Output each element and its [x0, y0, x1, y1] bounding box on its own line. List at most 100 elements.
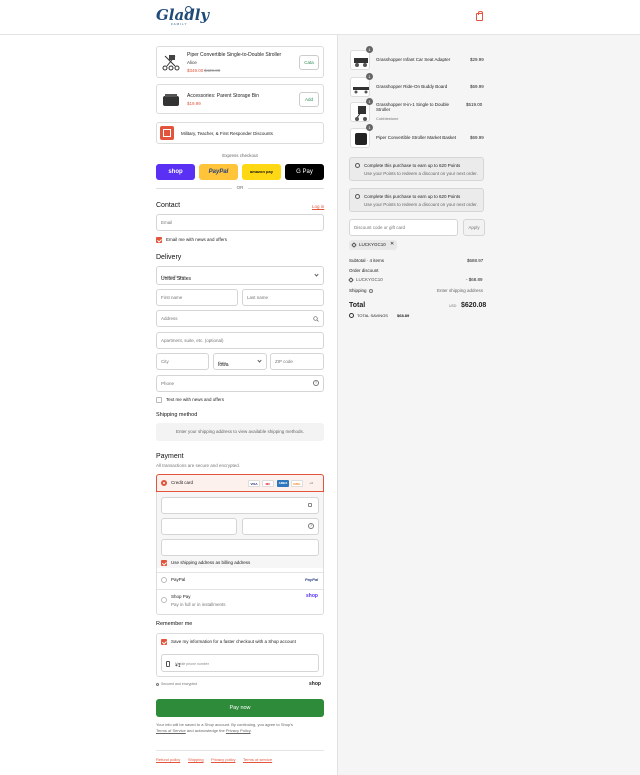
or-divider: OR: [156, 185, 324, 190]
discount-chip: LUCKYGC10 ✕: [349, 240, 397, 250]
currency-label: USD: [449, 304, 457, 308]
paypal-button[interactable]: PayPal: [199, 164, 238, 180]
delivery-heading: Delivery: [156, 254, 182, 261]
credit-card-label: Credit card: [171, 480, 194, 485]
name-on-card-field[interactable]: [161, 539, 319, 556]
points-icon: [355, 163, 360, 168]
paypal-logo: PayPal: [305, 577, 319, 582]
cart-icon[interactable]: [476, 11, 483, 21]
savings-value: $68.89: [397, 313, 410, 318]
address-field[interactable]: Address: [156, 310, 324, 327]
amazon-pay-button[interactable]: amazon pay: [242, 164, 281, 180]
points-sub: Use your Points to redeem a discount on …: [364, 202, 478, 207]
upsell-variant: Alice: [187, 60, 197, 65]
expiration-field[interactable]: [161, 518, 237, 535]
footer-link-refund[interactable]: Refund policy: [156, 757, 180, 762]
phone-icon: [166, 661, 170, 667]
item-price: $69.99: [470, 135, 484, 140]
savings-icon: [349, 313, 354, 318]
apartment-field[interactable]: Apartment, suite, etc. (optional): [156, 332, 324, 349]
legal-period: .: [250, 728, 252, 733]
item-name: Piper Convertible Stroller Market Basket: [376, 135, 457, 140]
upsell-add-button[interactable]: Add: [299, 92, 319, 107]
phone-placeholder: Phone: [161, 381, 175, 386]
shop-pay-button[interactable]: shop: [156, 164, 195, 180]
order-summary-panel: [337, 35, 640, 775]
contact-heading: Contact: [156, 202, 181, 209]
billing-same-label: Use shipping address as billing address: [171, 560, 251, 565]
secured-label: Secured and encrypted: [161, 682, 198, 686]
upsell-card: Accessories: Parent Storage Bin $19.99 A…: [156, 84, 324, 114]
help-icon[interactable]: [369, 289, 373, 293]
discount-program-label: Military, Teacher, & First Responder Dis…: [181, 131, 273, 136]
shop-pay-sub: Pay in full or in installments: [171, 602, 226, 607]
save-info-checkbox[interactable]: [161, 639, 167, 645]
last-name-field[interactable]: Last name: [242, 289, 324, 306]
points-icon: [355, 194, 360, 199]
credit-card-radio[interactable]: [161, 480, 167, 486]
footer-link-shipping[interactable]: Shipping: [188, 757, 204, 762]
brand-logo-sub: FAMILY: [171, 22, 188, 26]
country-select[interactable]: Country/Region United States: [156, 266, 324, 285]
points-notice: Complete this purchase to earn up to 620…: [349, 188, 484, 212]
upsell-compare-price: $429.00: [204, 68, 221, 73]
apply-button[interactable]: Apply: [463, 219, 485, 236]
upsell-title: Piper Convertible Single-to-Double Strol…: [187, 52, 282, 58]
help-icon[interactable]: ?: [313, 380, 319, 386]
state-select[interactable]: State Iowa: [213, 353, 267, 370]
upsell-card: Piper Convertible Single-to-Double Strol…: [156, 46, 324, 78]
lock-icon: [308, 503, 312, 507]
security-code-field[interactable]: ?: [242, 518, 319, 535]
quantity-badge: 1: [366, 98, 373, 105]
zip-field[interactable]: ZIP code: [270, 353, 324, 370]
lock-icon: [156, 683, 159, 686]
google-pay-button[interactable]: G Pay: [285, 164, 324, 180]
discover-icon: DISC: [291, 480, 303, 487]
quantity-badge: 1: [366, 73, 373, 80]
footer-link-terms[interactable]: Terms of service: [243, 757, 272, 762]
first-name-field[interactable]: First name: [156, 289, 238, 306]
footer-link-privacy[interactable]: Privacy policy: [211, 757, 235, 762]
product-thumbnail: [350, 128, 370, 148]
legal-text: Your info will be saved to a Shop accoun…: [156, 722, 324, 734]
phone-field[interactable]: Phone ?: [156, 375, 324, 392]
subtotal-value: $688.97: [467, 258, 484, 263]
billing-same-checkbox[interactable]: [161, 560, 167, 566]
help-icon[interactable]: ?: [308, 523, 314, 529]
privacy-link[interactable]: Privacy Policy: [226, 728, 251, 733]
remember-heading: Remember me: [156, 621, 193, 627]
chevron-down-icon: [257, 358, 262, 363]
login-link[interactable]: Log in: [312, 204, 324, 209]
item-name: Grasshopper Infant Car Seat Adapter: [376, 57, 451, 62]
payment-subtitle: All transactions are secure and encrypte…: [156, 463, 241, 468]
close-icon[interactable]: ✕: [390, 241, 394, 247]
mobile-phone-field[interactable]: Mobile phone number +1: [161, 654, 319, 672]
pay-now-button[interactable]: Pay now: [156, 699, 324, 717]
email-field[interactable]: Email: [156, 214, 324, 231]
visa-icon: VISA: [248, 480, 260, 487]
shipping-method-heading: Shipping method: [156, 412, 198, 418]
city-field[interactable]: City: [156, 353, 209, 370]
search-icon: [313, 316, 319, 322]
item-price: $69.99: [470, 84, 484, 89]
order-discount-value: - $68.89: [466, 277, 483, 282]
points-title: Complete this purchase to earn up to 620…: [364, 163, 461, 168]
terms-link[interactable]: Terms of Service: [156, 728, 186, 733]
paypal-radio[interactable]: [161, 577, 167, 583]
stroller-image: [161, 52, 181, 72]
product-thumbnail: [350, 102, 370, 122]
discount-code-field[interactable]: Discount code or gift card: [349, 219, 458, 236]
upsell-title: Accessories: Parent Storage Bin: [187, 93, 259, 99]
discount-program-card[interactable]: Military, Teacher, & First Responder Dis…: [156, 122, 324, 144]
divider: [157, 589, 323, 590]
shop-pay-radio[interactable]: [161, 597, 167, 603]
upsell-add-button[interactable]: Cata: [299, 55, 319, 70]
quantity-badge: 1: [366, 46, 373, 53]
footer-divider: [156, 750, 324, 751]
card-number-field[interactable]: [161, 497, 319, 514]
upsell-price: $349.00: [187, 68, 204, 73]
address-placeholder: Address: [161, 316, 178, 321]
text-news-checkbox[interactable]: [156, 397, 162, 403]
state-value: Iowa: [218, 362, 229, 368]
email-news-checkbox[interactable]: [156, 237, 162, 243]
